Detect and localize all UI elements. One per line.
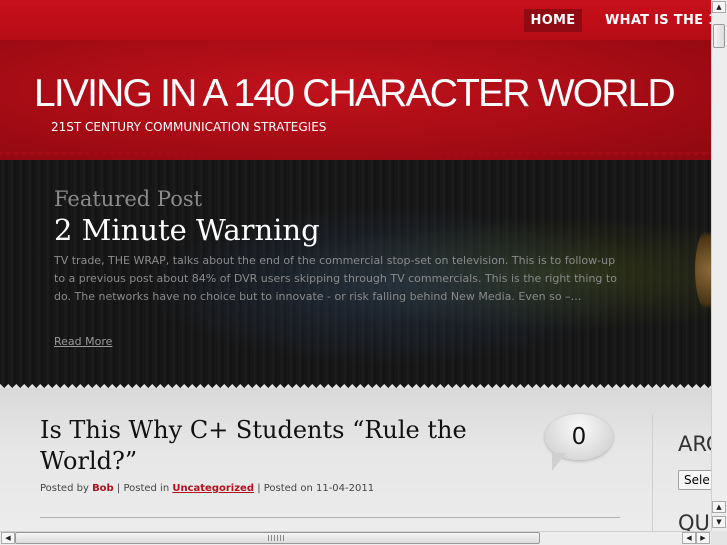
archives-select[interactable]: Sele <box>678 470 711 490</box>
scroll-grip-icon <box>268 535 284 541</box>
sidebar-quotes-heading: QUO <box>678 511 711 531</box>
main-content: Is This Why C+ Students “Rule the World?… <box>0 388 711 531</box>
meta-posted-by: Posted by <box>40 483 89 494</box>
top-navigation: HOME WHAT IS THE 140 <box>0 0 711 40</box>
read-more-link[interactable]: Read More <box>54 335 112 348</box>
featured-post-title[interactable]: 2 Minute Warning <box>54 213 320 247</box>
post-meta: Posted by Bob | Posted in Uncategorized … <box>40 483 374 494</box>
scroll-left-arrow-icon-right[interactable]: ◀ <box>682 532 696 544</box>
meta-posted-on: | Posted on 11-04-2011 <box>257 483 375 494</box>
meta-author-link[interactable]: Bob <box>92 483 114 494</box>
nav-what-is-link[interactable]: WHAT IS THE 140 <box>605 9 711 32</box>
featured-zigzag-edge <box>0 380 711 388</box>
featured-image-decor <box>695 220 711 320</box>
comment-count[interactable]: 0 <box>545 424 613 450</box>
sidebar-divider <box>652 414 653 531</box>
meta-category-link[interactable]: Uncategorized <box>172 483 254 494</box>
comment-bubble-tail <box>552 453 566 471</box>
nav-home-link[interactable]: HOME <box>524 9 582 32</box>
featured-excerpt: TV trade, THE WRAP, talks about the end … <box>54 254 617 303</box>
site-title[interactable]: LIVING IN A 140 CHARACTER WORLD <box>34 72 676 116</box>
scroll-right-arrow-icon[interactable]: ▶ <box>696 532 710 544</box>
site-tagline: 21ST CENTURY COMMUNICATION STRATEGIES <box>51 120 327 134</box>
header-zigzag-edge <box>0 152 711 160</box>
site-header: LIVING IN A 140 CHARACTER WORLD 21ST CEN… <box>0 40 711 160</box>
scroll-up-arrow-icon[interactable]: ▲ <box>712 1 726 13</box>
featured-post-section: Featured Post 2 Minute Warning TV trade,… <box>0 160 711 388</box>
vertical-scrollbar[interactable] <box>711 0 727 531</box>
featured-label: Featured Post <box>54 187 203 211</box>
post-title[interactable]: Is This Why C+ Students “Rule the World?… <box>40 415 510 477</box>
vertical-scroll-thumb[interactable] <box>713 24 725 48</box>
scroll-down-arrow-icon[interactable]: ▼ <box>712 516 726 528</box>
sidebar-archives-heading: ARC <box>678 432 711 456</box>
post-divider <box>40 517 620 518</box>
scrollbar-corner <box>711 531 727 545</box>
meta-posted-in: | Posted in <box>116 483 170 494</box>
scroll-left-arrow-icon[interactable]: ◀ <box>1 532 15 544</box>
page: HOME WHAT IS THE 140 LIVING IN A 140 CHA… <box>0 0 711 531</box>
scroll-up-arrow-icon-lower[interactable]: ▲ <box>712 501 726 513</box>
